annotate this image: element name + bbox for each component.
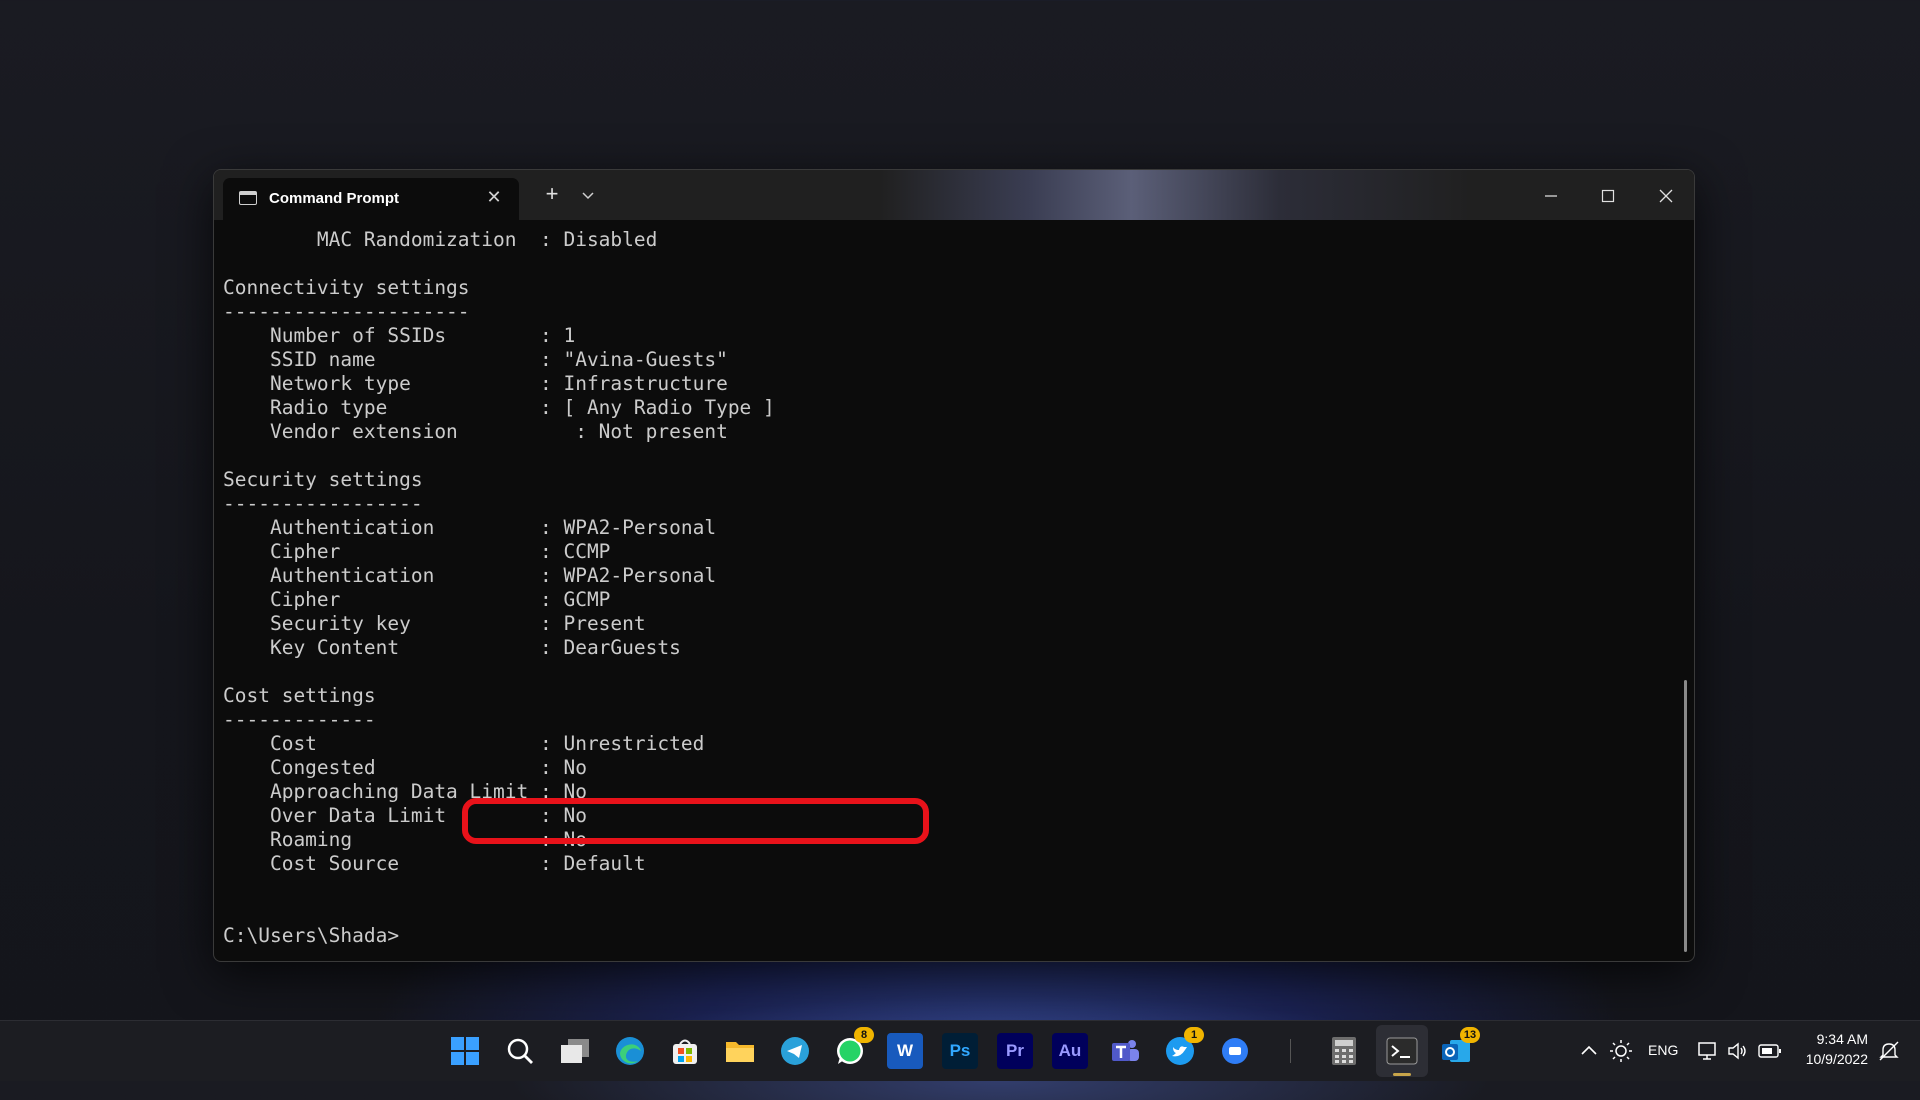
audition-button[interactable]: Au — [1052, 1033, 1088, 1069]
console-line: --------------------- — [223, 300, 470, 323]
search-button[interactable] — [502, 1033, 538, 1069]
premiere-icon: Pr — [1006, 1041, 1024, 1060]
console-line: Cost : Unrestricted — [223, 732, 705, 755]
console-line: Congested : No — [223, 756, 587, 779]
console-line: Cost settings — [223, 684, 376, 707]
word-button[interactable]: W — [887, 1033, 923, 1069]
active-app-indicator — [1393, 1073, 1411, 1076]
brightness-icon[interactable] — [1610, 1040, 1632, 1062]
edge-button[interactable] — [612, 1033, 648, 1069]
tab-command-prompt[interactable]: Command Prompt ✕ — [223, 178, 519, 220]
title-bar[interactable]: Command Prompt ✕ + — [214, 170, 1694, 220]
outlook-button[interactable]: 13 — [1438, 1027, 1480, 1069]
scrollbar[interactable] — [1684, 680, 1687, 952]
edge-icon — [616, 1037, 644, 1065]
console-line: Cipher : CCMP — [223, 540, 611, 563]
terminal-icon — [1386, 1037, 1418, 1065]
console-line: Connectivity settings — [223, 276, 470, 299]
console-line: ----------------- — [223, 492, 423, 515]
teams-icon — [1112, 1040, 1139, 1061]
console-line: Radio type : [ Any Radio Type ] — [223, 396, 775, 419]
console-line: Approaching Data Limit : No — [223, 780, 587, 803]
whatsapp-button[interactable]: 8 — [832, 1027, 874, 1069]
console-line: Security settings — [223, 468, 423, 491]
store-icon — [673, 1039, 697, 1064]
tab-title: Command Prompt — [269, 190, 400, 207]
console-icon — [239, 191, 257, 205]
whatsapp-badge: 8 — [854, 1027, 874, 1043]
twitter-button[interactable]: 1 — [1162, 1027, 1204, 1069]
store-button[interactable] — [667, 1033, 703, 1069]
twitter-badge: 1 — [1184, 1027, 1204, 1043]
calculator-button[interactable] — [1326, 1033, 1362, 1069]
console-line: SSID name : "Avina-Guests" — [223, 348, 728, 371]
console-line: ------------- — [223, 708, 376, 731]
file-explorer-icon — [726, 1042, 754, 1062]
messenger-button[interactable] — [1217, 1033, 1253, 1069]
console-line: Number of SSIDs : 1 — [223, 324, 576, 347]
maximize-button[interactable] — [1594, 182, 1622, 210]
notification-icon[interactable] — [1878, 1040, 1900, 1062]
taskbar-divider — [1290, 1039, 1291, 1063]
console-output[interactable]: MAC Randomization : Disabled Connectivity… — [223, 228, 1663, 958]
premiere-button[interactable]: Pr — [997, 1033, 1033, 1069]
console-line: Authentication : WPA2-Personal — [223, 564, 717, 587]
new-tab-button[interactable]: + — [539, 183, 565, 205]
console-line: C:\Users\Shada> — [223, 924, 400, 947]
console-line: Over Data Limit : No — [223, 804, 587, 827]
messenger-icon — [1222, 1038, 1248, 1064]
terminal-window: Command Prompt ✕ + MAC Randomization : D… — [213, 169, 1695, 962]
calculator-icon — [1332, 1037, 1356, 1065]
clock-time[interactable]: 9:34 AM — [1806, 1031, 1868, 1047]
start-button[interactable] — [447, 1033, 483, 1069]
task-view-button[interactable] — [557, 1033, 593, 1069]
close-window-button[interactable] — [1652, 182, 1680, 210]
search-icon — [507, 1038, 533, 1064]
console-line: MAC Randomization : Disabled — [223, 228, 658, 251]
key-content-highlight — [462, 798, 929, 844]
teams-button[interactable] — [1107, 1033, 1143, 1069]
photoshop-button[interactable]: Ps — [942, 1033, 978, 1069]
word-icon: W — [896, 1041, 914, 1060]
console-line: Cipher : GCMP — [223, 588, 611, 611]
taskbar: 8 W Ps Pr Au 1 13 ENG 9:34 AM 10/9/2022 — [0, 1020, 1920, 1081]
audition-icon: Au — [1058, 1041, 1082, 1060]
volume-icon[interactable] — [1726, 1040, 1748, 1062]
photoshop-icon: Ps — [949, 1041, 971, 1060]
console-line: Security key : Present — [223, 612, 646, 635]
console-line: Roaming : No — [223, 828, 587, 851]
console-line: Network type : Infrastructure — [223, 372, 728, 395]
start-icon — [451, 1037, 479, 1065]
language-indicator[interactable]: ENG — [1648, 1042, 1678, 1058]
tab-close-button[interactable]: ✕ — [483, 186, 505, 208]
outlook-badge: 13 — [1460, 1027, 1480, 1043]
task-view-icon — [561, 1039, 589, 1063]
file-explorer-button[interactable] — [722, 1033, 758, 1069]
chevron-up-icon[interactable] — [1580, 1043, 1598, 1057]
console-line: Vendor extension : Not present — [223, 420, 728, 443]
console-line: Authentication : WPA2-Personal — [223, 516, 717, 539]
minimize-button[interactable] — [1537, 182, 1565, 210]
telegram-icon — [781, 1037, 809, 1065]
console-line: Cost Source : Default — [223, 852, 646, 875]
console-line: Key Content : DearGuests — [223, 636, 681, 659]
telegram-button[interactable] — [777, 1033, 813, 1069]
chevron-down-icon[interactable] — [577, 184, 599, 206]
terminal-button[interactable] — [1384, 1033, 1420, 1069]
clock-date[interactable]: 10/9/2022 — [1798, 1051, 1868, 1067]
network-icon[interactable] — [1697, 1040, 1719, 1062]
battery-icon[interactable] — [1758, 1042, 1782, 1060]
